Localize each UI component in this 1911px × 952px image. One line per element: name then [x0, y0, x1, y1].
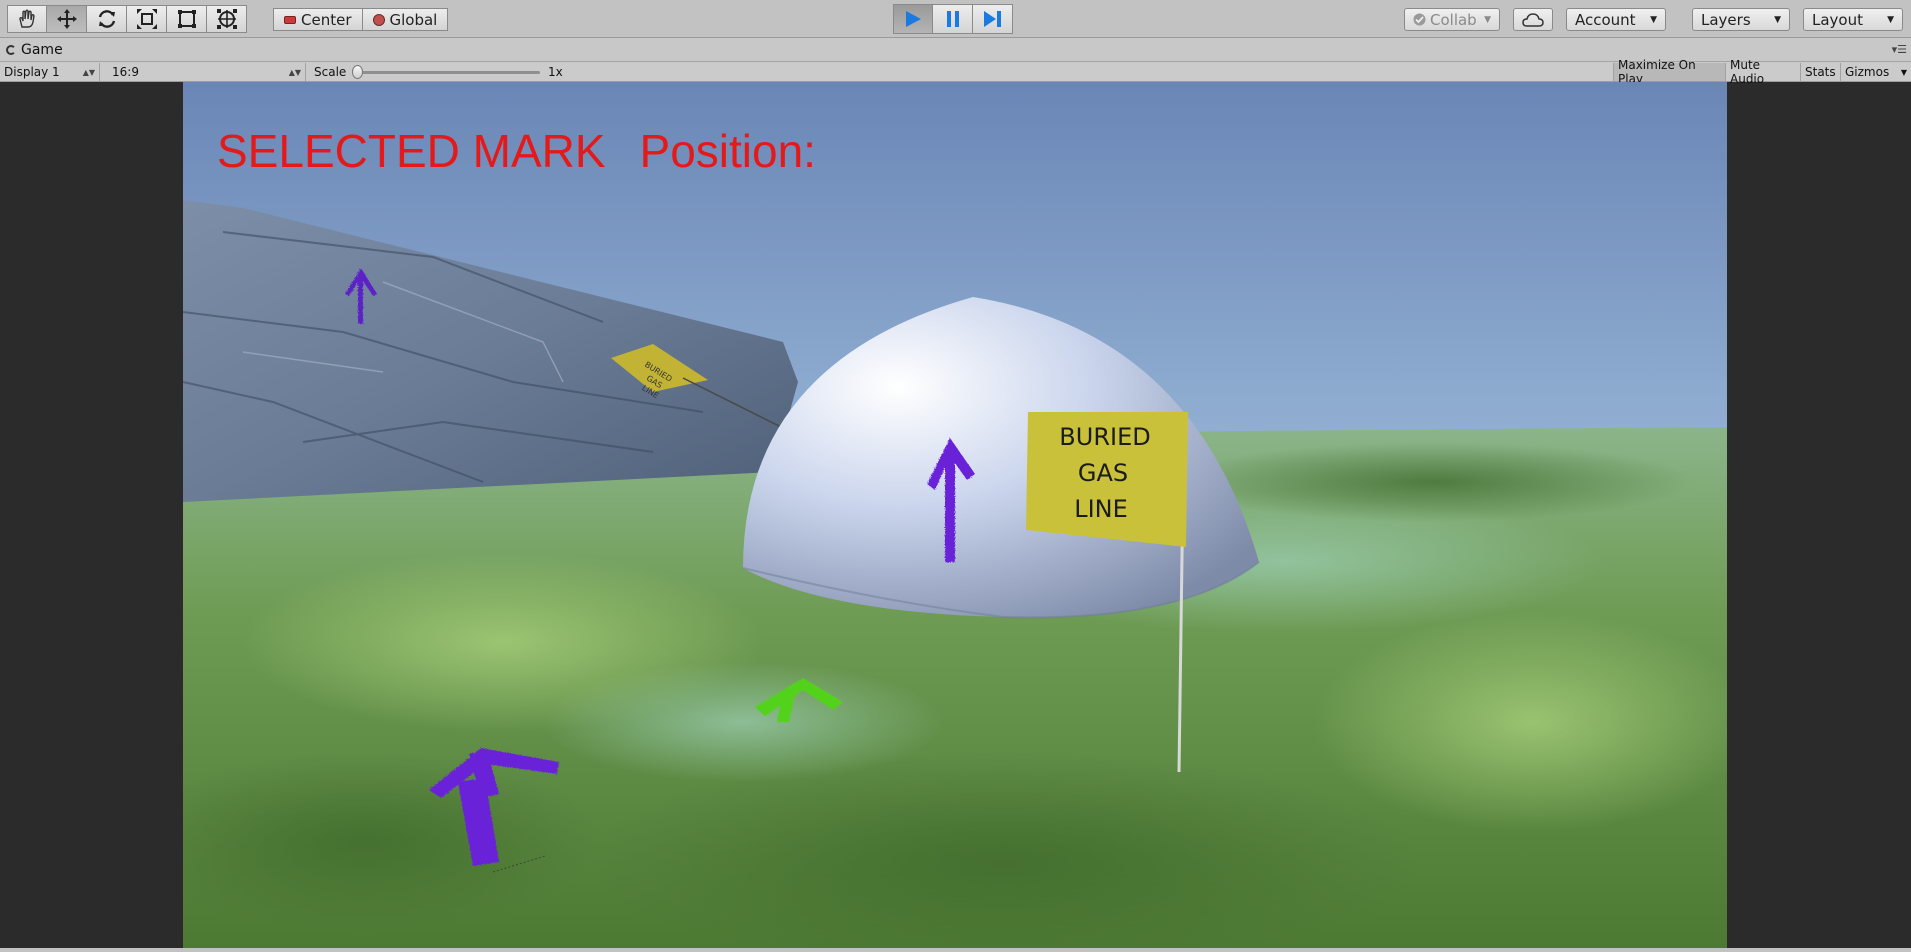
gizmos-label: Gizmos [1845, 65, 1890, 79]
display-label: Display 1 [4, 65, 60, 79]
layers-dropdown[interactable]: Layers ▼ [1692, 8, 1790, 31]
rect-tool-button[interactable] [167, 5, 207, 33]
hud-selected-mark: SELECTED MARK [217, 125, 606, 177]
big-flag-text-1: BURIED [1059, 423, 1150, 451]
display-dropdown[interactable]: Display 1 ▲▼ [0, 63, 100, 81]
big-flag-text-2: GAS [1078, 459, 1128, 487]
pivot-center-label: Center [301, 10, 352, 29]
account-label: Account [1575, 10, 1636, 29]
chevron-down-icon: ▼ [1887, 14, 1894, 25]
maximize-on-play-toggle[interactable]: Maximize On Play [1613, 58, 1725, 86]
tab-game[interactable]: Game [6, 41, 63, 59]
transform-icon [216, 9, 237, 29]
check-icon [1413, 13, 1426, 26]
scale-value: 1x [548, 65, 563, 79]
stats-toggle[interactable]: Stats [1800, 63, 1840, 81]
mute-audio-toggle[interactable]: Mute Audio [1725, 58, 1800, 86]
play-controls [893, 4, 1013, 34]
hud-overlay: SELECTED MARK Position: [217, 124, 816, 178]
globe-icon [372, 13, 385, 26]
step-icon [983, 11, 1001, 27]
cloud-button[interactable] [1513, 8, 1553, 31]
hand-icon [19, 9, 35, 28]
main-toolbar: Center Global Collab ▼ Account ▼ Layers … [0, 0, 1911, 38]
scale-slider-thumb[interactable] [352, 65, 363, 79]
account-dropdown[interactable]: Account ▼ [1566, 8, 1666, 31]
stats-label: Stats [1805, 65, 1836, 79]
pause-button[interactable] [933, 4, 973, 34]
hand-tool-button[interactable] [7, 5, 47, 33]
chevron-down-icon: ▼ [1650, 14, 1657, 25]
game-viewport[interactable]: BURIED GAS LINE BURIED GAS LINE SELECTED… [183, 82, 1727, 948]
scale-icon [136, 9, 157, 29]
layout-dropdown[interactable]: Layout ▼ [1803, 8, 1903, 31]
game-controller-icon [6, 45, 16, 55]
chevron-down-icon: ▼ [1900, 67, 1907, 77]
big-flag-text-3: LINE [1074, 495, 1128, 523]
hud-position-label: Position: [639, 125, 816, 177]
layout-label: Layout [1812, 10, 1863, 29]
play-icon [906, 11, 921, 27]
scale-slider-track[interactable] [356, 71, 540, 74]
tab-game-label: Game [21, 42, 63, 58]
aspect-label: 16:9 [112, 65, 139, 79]
rotate-tool-button[interactable] [87, 5, 127, 33]
rect-icon [177, 10, 196, 28]
pivot-global-button[interactable]: Global [362, 8, 449, 31]
pivot-icon [284, 15, 296, 24]
chevron-down-icon: ▼ [1484, 14, 1491, 25]
move-icon [56, 9, 77, 29]
pivot-center-button[interactable]: Center [273, 8, 363, 31]
pivot-global-label: Global [389, 10, 438, 29]
pivot-tools: Center Global [273, 8, 449, 31]
aspect-dropdown[interactable]: 16:9 ▲▼ [108, 63, 306, 81]
collab-label: Collab [1430, 10, 1477, 29]
game-view-toolbar: Display 1 ▲▼ 16:9 ▲▼ Scale 1x Maximize O… [0, 58, 1911, 86]
transform-tools [7, 5, 247, 33]
step-button[interactable] [973, 4, 1013, 34]
pause-icon [946, 11, 959, 27]
collab-dropdown[interactable]: Collab ▼ [1404, 8, 1500, 31]
transform-tool-button[interactable] [207, 5, 247, 33]
rotate-icon [98, 10, 115, 28]
scale-label: Scale [314, 65, 347, 79]
updown-arrow-icon: ▲▼ [82, 67, 95, 77]
chevron-down-icon: ▼ [1774, 14, 1781, 25]
updown-arrow-icon: ▲▼ [288, 67, 301, 77]
play-button[interactable] [893, 4, 933, 34]
tab-menu-icon[interactable]: ▾☰ [1892, 43, 1907, 56]
scale-tool-button[interactable] [127, 5, 167, 33]
game-scene: BURIED GAS LINE BURIED GAS LINE [183, 82, 1727, 948]
mute-audio-label: Mute Audio [1730, 58, 1765, 86]
cloud-icon [1522, 12, 1544, 27]
layers-label: Layers [1701, 10, 1751, 29]
gizmos-dropdown[interactable]: Gizmos ▼ [1840, 63, 1911, 81]
status-strip [0, 948, 1911, 952]
move-tool-button[interactable] [47, 5, 87, 33]
